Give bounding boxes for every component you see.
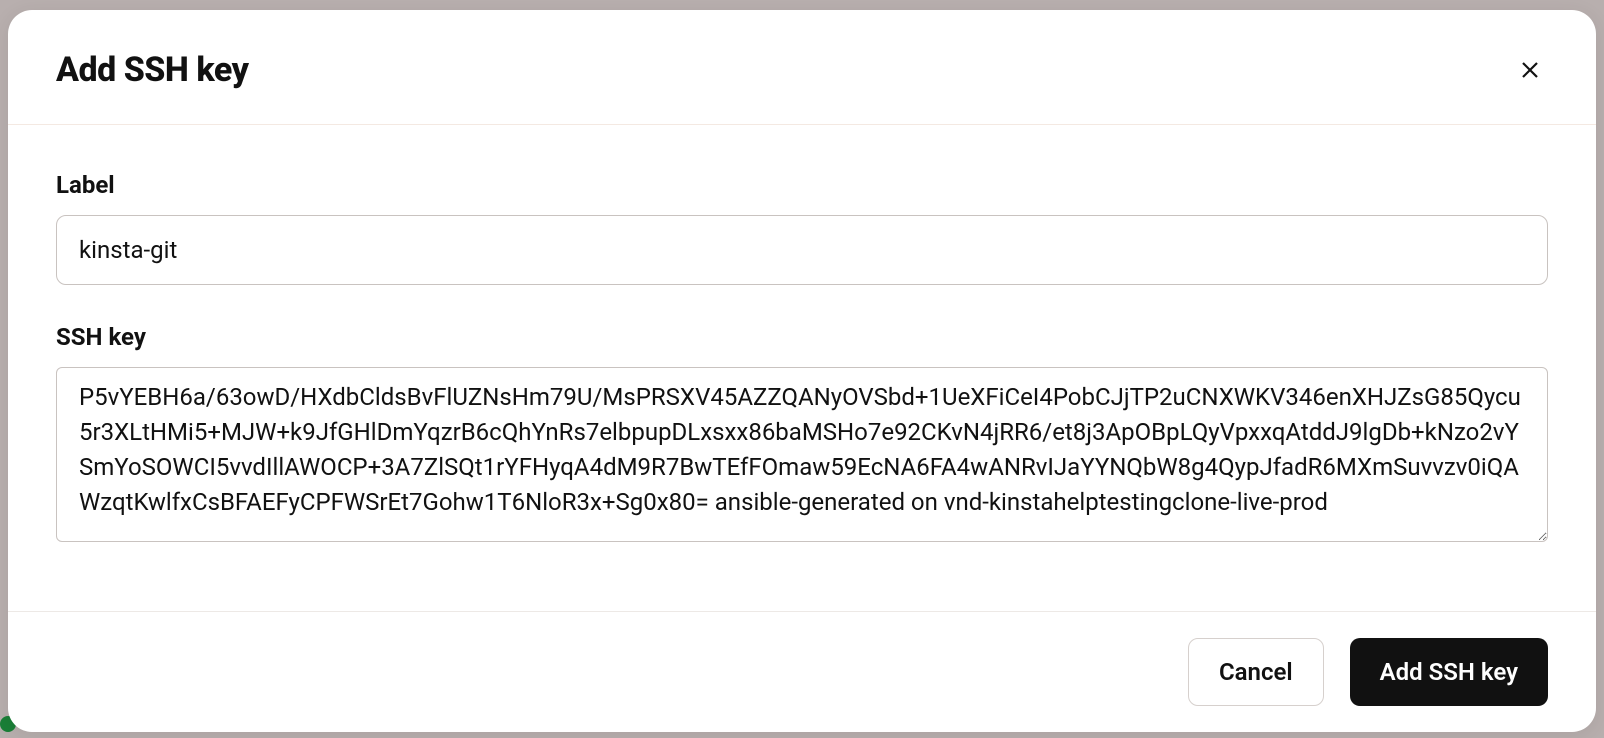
ssh-key-field-label: SSH key <box>56 323 1548 351</box>
label-input[interactable] <box>56 215 1548 285</box>
ssh-key-field-group: SSH key <box>56 323 1548 546</box>
label-field-label: Label <box>56 171 1548 199</box>
add-ssh-key-modal: Add SSH key Label SSH key Cancel Add SSH… <box>8 10 1596 732</box>
modal-title: Add SSH key <box>56 50 248 90</box>
ssh-key-textarea[interactable] <box>56 367 1548 542</box>
ssh-key-textarea-wrap <box>56 367 1548 546</box>
add-ssh-key-button[interactable]: Add SSH key <box>1350 638 1548 706</box>
modal-footer: Cancel Add SSH key <box>8 611 1596 732</box>
label-field-group: Label <box>56 171 1548 285</box>
cancel-button[interactable]: Cancel <box>1188 638 1324 706</box>
close-button[interactable] <box>1512 52 1548 88</box>
modal-body: Label SSH key <box>8 125 1596 611</box>
close-icon <box>1518 58 1542 82</box>
modal-header: Add SSH key <box>8 10 1596 125</box>
